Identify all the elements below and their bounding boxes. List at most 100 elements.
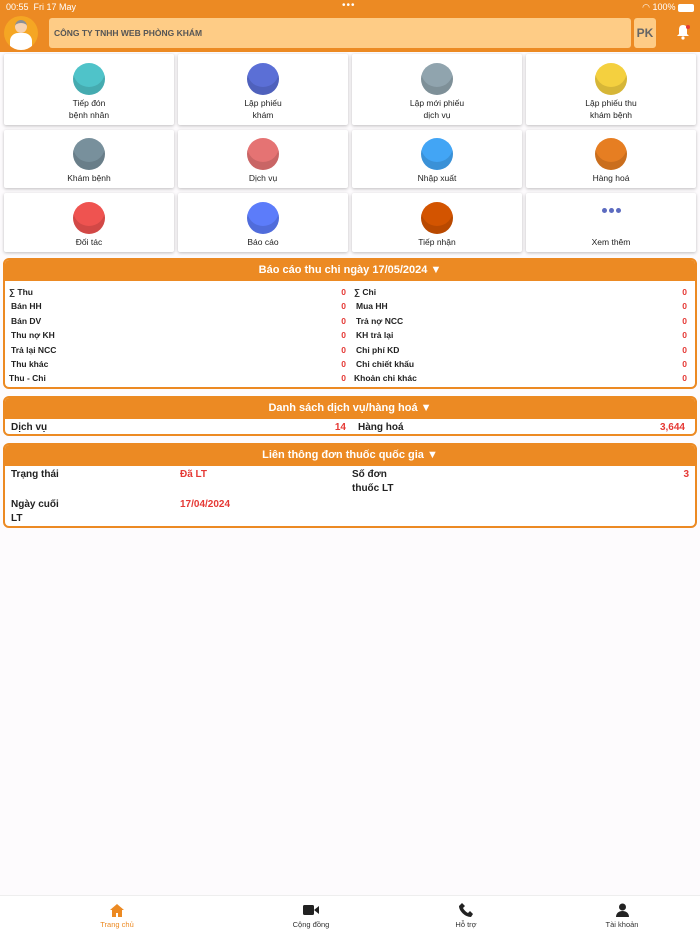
report-value: 0 (682, 315, 687, 326)
goods-value: 3,644 (659, 422, 685, 433)
report-value: 0 (682, 344, 687, 355)
tile-receptionist[interactable]: Tiếp nhận (352, 193, 522, 252)
service-label: Dịch vụ (11, 422, 48, 433)
video-camera-icon (271, 902, 351, 918)
report-row: Bán DV 0 (9, 314, 350, 328)
status-time: 00:55 (6, 2, 29, 12)
tile-clipboard[interactable]: Lập phiếu khám (178, 54, 348, 125)
tile-boxes[interactable]: Hàng hoá (526, 130, 696, 188)
report-row: Bán HH 0 (9, 299, 350, 313)
tile-partner[interactable]: Đối tác (4, 193, 174, 252)
goods-count: Hàng hoá 3,644 (350, 421, 689, 434)
monitor-icon (73, 138, 105, 170)
report-label: Chi phí KD (356, 344, 400, 355)
report-value: 0 (341, 301, 346, 312)
wifi-icon: ◠ (642, 2, 650, 12)
boxes-icon (595, 138, 627, 170)
count-label: Số đơn thuốc LT (352, 469, 394, 494)
receipt-icon (595, 63, 627, 95)
report-value: 0 (341, 287, 346, 297)
report-row: Khoản chi khác 0 (350, 371, 691, 385)
last-date-label: Ngày cuối LT (11, 499, 59, 524)
welcome-icon (73, 63, 105, 95)
tile-service[interactable]: Dịch vụ (178, 130, 348, 188)
report-row: ∑ Thu 0 (9, 285, 350, 299)
tab-support[interactable]: Hỗ trợ (426, 902, 506, 929)
report-value: 0 (341, 315, 346, 326)
header-bar: 00:55 Fri 17 May ◠ 100% ••• CÔNG TY TNHH… (0, 0, 700, 52)
report-label: ∑ Thu (9, 287, 33, 297)
tile-label: Xem thêm (591, 237, 631, 247)
service-icon (247, 138, 279, 170)
bottom-nav: Trang chủ Cộng đồng Hỗ trợ Tài khoản (0, 895, 700, 934)
tile-label: Báo cáo (247, 237, 279, 247)
report-row: Mua HH 0 (350, 299, 691, 313)
tile-receipt[interactable]: Lập phiếu thu khám bệnh (526, 54, 696, 125)
count-value: 3 (683, 469, 689, 480)
report-row: Trả nợ NCC 0 (350, 314, 691, 328)
tile-label: Đối tác (75, 237, 103, 247)
tile-report[interactable]: Báo cáo (178, 193, 348, 252)
battery-icon (678, 3, 694, 12)
report-row: Chi phí KD 0 (350, 343, 691, 357)
tile-label: Tiếp đón bệnh nhân (68, 98, 110, 120)
report-value: 0 (341, 358, 346, 369)
notification-bell-icon[interactable] (676, 24, 690, 40)
multitask-dots-icon[interactable]: ••• (342, 0, 356, 11)
report-label: Bán DV (11, 315, 42, 326)
tile-label: Lập phiếu khám (244, 98, 282, 120)
report-row: Thu nợ KH 0 (9, 328, 350, 342)
report-title[interactable]: Báo cáo thu chi ngày 17/05/2024 ▼ (5, 260, 695, 281)
report-row: Thu - Chi 0 (9, 371, 350, 385)
service-value: 14 (334, 422, 346, 433)
tab-label: Trang chủ (100, 920, 134, 929)
report-icon (247, 202, 279, 234)
tile-welcome[interactable]: Tiếp đón bệnh nhân (4, 54, 174, 125)
company-name-field[interactable]: CÔNG TY TNHH WEB PHÒNG KHÁM (49, 18, 631, 48)
report-value: 0 (682, 373, 687, 384)
report-value: 0 (682, 301, 687, 312)
catalog-title[interactable]: Danh sách dịch vụ/hàng hoá ▼ (5, 398, 695, 419)
report-label: Thu nợ KH (11, 330, 55, 341)
tile-monitor[interactable]: Khám bệnh (4, 130, 174, 188)
income-expense-report: Báo cáo thu chi ngày 17/05/2024 ▼ ∑ Thu 0… (3, 258, 697, 389)
report-label: Khoản chi khác (354, 373, 417, 384)
tile-hospital[interactable]: Lập mới phiếu dịch vụ (352, 54, 522, 125)
tab-label: Hỗ trợ (455, 920, 477, 929)
tile-more[interactable]: Xem thêm (526, 193, 696, 252)
battery-level: 100% (652, 2, 676, 12)
status-value: Đã LT (180, 469, 208, 480)
tab-account[interactable]: Tài khoản (582, 902, 662, 929)
pk-button[interactable]: PK (634, 18, 656, 48)
report-row: Chi chiết khấu 0 (350, 357, 691, 371)
tab-home[interactable]: Trang chủ (77, 902, 157, 929)
user-icon (582, 902, 662, 918)
tile-label: Lập phiếu thu khám bệnh (585, 98, 637, 120)
report-value: 0 (682, 287, 687, 297)
avatar[interactable] (4, 16, 38, 50)
prescription-title[interactable]: Liên thông đơn thuốc quốc gia ▼ (5, 445, 695, 466)
report-label: ∑ Chi (354, 287, 377, 297)
report-value: 0 (682, 330, 687, 341)
report-label: Mua HH (356, 301, 388, 312)
tile-label: Khám bệnh (67, 173, 111, 183)
tile-label: Nhập xuất (417, 173, 457, 183)
feature-grid: Tiếp đón bệnh nhân Lập phiếu khám Lập mới … (4, 54, 696, 252)
report-label: Thu khác (11, 358, 49, 369)
receptionist-icon (421, 202, 453, 234)
report-value: 0 (341, 344, 346, 355)
tile-label: Tiếp nhận (418, 237, 456, 247)
report-label: Bán HH (11, 301, 42, 312)
report-row: KH trả lại 0 (350, 328, 691, 342)
prescription-section: Liên thông đơn thuốc quốc gia ▼ Trạng th… (3, 443, 697, 528)
tile-label: Dịch vụ (248, 173, 278, 183)
report-value: 0 (341, 330, 346, 341)
hospital-icon (421, 63, 453, 95)
catalog-section: Danh sách dịch vụ/hàng hoá ▼ Dịch vụ 14 H… (3, 396, 697, 436)
tab-community[interactable]: Cộng đồng (271, 902, 351, 929)
tab-label: Cộng đồng (292, 920, 330, 929)
tile-import-export[interactable]: Nhập xuất (352, 130, 522, 188)
tile-label: Lập mới phiếu dịch vụ (409, 98, 465, 120)
report-label: Thu - Chi (9, 373, 46, 384)
status-label: Trạng thái (11, 469, 59, 480)
